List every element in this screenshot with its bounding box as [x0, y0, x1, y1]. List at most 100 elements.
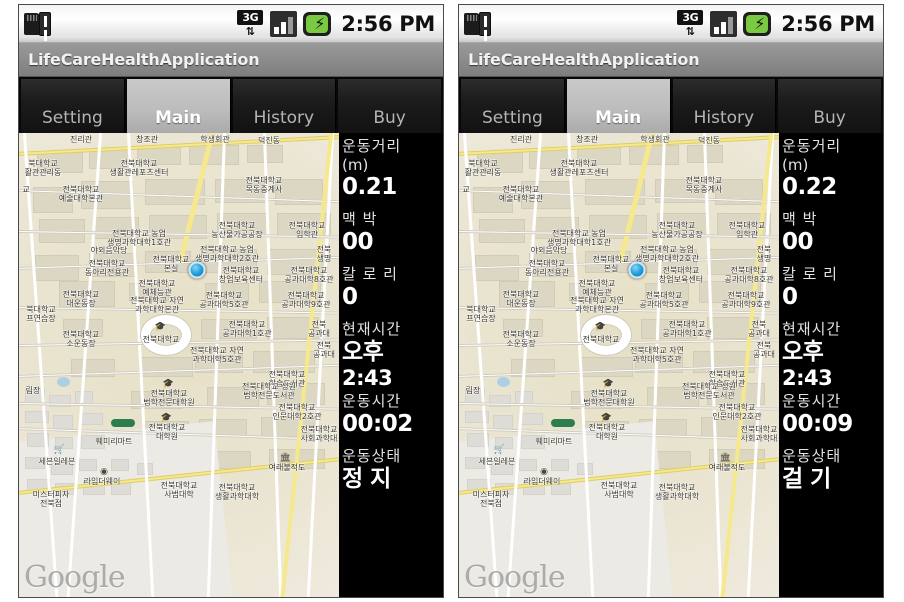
tab-setting[interactable]: Setting: [461, 79, 565, 133]
metrics-panel-right: 운동거리 (m) 0.22 맥 박 00 칼 로 리 0 현재시간 오후 2:4…: [779, 133, 883, 597]
map-poi-icon: 🎓: [594, 322, 606, 332]
comparison-figure: 3G ⇅ ⚡ 2:56 PM LifeCareHealthApplication…: [0, 0, 904, 602]
map-label: 전북대학교 공과대학5호관: [199, 291, 249, 309]
map-label: 전북대학교 소운동장: [62, 330, 100, 348]
google-map-view-right[interactable]: 진리관 창조관 학생회관 덕진동 북대학교 활관관리동 전북대학교 생활관레포츠센터 전북대…: [459, 133, 779, 597]
map-poi-icon: ◉: [100, 467, 108, 477]
map-label: 전북대학교 사범대학: [160, 481, 198, 499]
metric-currenttime-label: 현재시간: [342, 320, 402, 338]
tab-main[interactable]: Main: [566, 79, 671, 133]
map-label: 전북대학교 공과대학9호관: [281, 291, 331, 309]
metric-exercisetime-label: 운동시간: [342, 392, 402, 410]
map-label: 전북대학교: [142, 335, 180, 344]
map-label: 교: [462, 185, 470, 194]
map-label: 전북대학교 창업보육센터: [218, 266, 264, 284]
metric-currenttime-clock: 2:43: [342, 366, 393, 390]
tab-bar-right[interactable]: Setting Main History Buy: [459, 77, 883, 133]
map-label: 전북대학교 법학전문대학원: [583, 389, 635, 407]
map-label: 전북대학교 대학원: [588, 423, 626, 441]
metric-calories-label: 칼 로 리: [782, 265, 838, 283]
metric-status-value: 걸 기: [782, 466, 831, 492]
tab-main[interactable]: Main: [126, 79, 231, 133]
map-green-area: [111, 419, 135, 427]
map-label: 전북대학교 사회과학대: [300, 425, 338, 443]
metric-heartrate-value: 00: [342, 229, 374, 255]
metric-calories-value: 0: [342, 284, 358, 310]
map-poi-icon: 🏛: [719, 453, 731, 463]
metric-status-label: 운동상태: [782, 447, 842, 465]
map-label: 전북대학교 대학원: [148, 423, 186, 441]
map-label: 전북대학교 농업 생명과학대학1호관: [547, 229, 611, 247]
map-label: 전북대학교 공과대학8호관: [284, 266, 334, 284]
metric-status-label: 운동상태: [342, 447, 402, 465]
map-label: 전북대학교 농업 생명과학대학1호관: [107, 229, 171, 247]
map-label: 전북대학교 소운동장: [502, 330, 540, 348]
metric-exercisetime: 운동시간 00:02: [342, 392, 443, 437]
app-title-bar-left: LifeCareHealthApplication: [19, 43, 443, 77]
map-label: 전북대학교: [582, 335, 620, 344]
metric-distance-unit: (m): [782, 156, 809, 174]
map-label: 전북대학교 동아리전용관: [524, 259, 570, 277]
network-3g-label: 3G: [237, 10, 264, 25]
map-poi-icon: 🎓: [600, 413, 612, 423]
map-label: 전북대학교 예체능관: [138, 279, 176, 297]
map-water-pond: [497, 377, 510, 387]
metric-status: 운동상태 정 지: [342, 447, 443, 492]
status-bar-clock: 2:56 PM: [781, 11, 875, 36]
map-label: 전북대학교 동아리전용관: [84, 259, 130, 277]
android-status-bar-left: 3G ⇅ ⚡ 2:56 PM: [19, 5, 443, 43]
tab-buy[interactable]: Buy: [778, 79, 881, 133]
metric-heartrate: 맥 박 00: [342, 210, 443, 255]
map-label: 세븐일레븐: [38, 457, 76, 466]
metric-calories-value: 0: [782, 284, 798, 310]
status-left-icons: [24, 11, 54, 37]
sd-card-alert-icon: [24, 11, 54, 37]
map-label: 전북대학교 생활관레포츠센터: [109, 159, 169, 177]
metric-calories: 칼 로 리 0: [782, 265, 883, 310]
map-label: 여래불적도: [268, 463, 306, 472]
map-label: 전북 생명: [756, 245, 772, 263]
map-poi-icon: 🏛: [279, 453, 291, 463]
metric-currenttime: 현재시간 오후 2:43: [342, 320, 443, 391]
map-label: 전북대학교 농산물가공공장: [651, 221, 703, 239]
metric-heartrate-label: 맥 박: [342, 210, 378, 228]
map-label: 전북대학교 인문대학2호관: [272, 403, 322, 421]
map-label: 전북대학교 사범대학: [600, 481, 638, 499]
map-label: 진리관: [509, 135, 533, 144]
map-label: 북대학교 프연습장: [466, 305, 496, 323]
app-title-bar-right: LifeCareHealthApplication: [459, 43, 883, 77]
map-label: 북대학교 활관관리동: [464, 159, 502, 177]
app-title: LifeCareHealthApplication: [28, 50, 260, 69]
map-label: 전북대학교 창업보육센터: [658, 266, 704, 284]
map-label: 전북 공과대: [752, 341, 776, 359]
tab-setting[interactable]: Setting: [21, 79, 125, 133]
metric-distance: 운동거리 (m) 0.21: [342, 137, 443, 200]
map-poi-icon: 🎓: [602, 379, 614, 389]
map-label: 전북대학교 생활과학대학: [214, 483, 260, 501]
map-label: 북대학교 프연습장: [26, 305, 56, 323]
network-transfer-arrows-icon: ⇅: [245, 25, 255, 38]
current-location-dot: [628, 261, 646, 279]
map-label: 덕진동: [257, 136, 281, 145]
map-label: 훼미리마트: [535, 437, 573, 446]
map-label: 전북대학교 본실: [152, 255, 190, 273]
tab-buy[interactable]: Buy: [338, 79, 441, 133]
tab-bar-left[interactable]: Setting Main History Buy: [19, 77, 443, 133]
metric-exercisetime-value: 00:09: [782, 411, 853, 437]
map-label: 전북대학교 예술대학본관: [58, 185, 104, 203]
map-label: 학생회관: [200, 135, 230, 144]
map-label: 전북대학교 본실: [592, 255, 630, 273]
metric-exercisetime-value: 00:02: [342, 411, 413, 437]
tab-history[interactable]: History: [672, 79, 777, 133]
map-label: 미스터피자 전북점: [472, 490, 510, 508]
map-label: 훼미리마트: [95, 437, 133, 446]
map-poi-icon: 🛒: [493, 445, 505, 455]
google-map-view-left[interactable]: 진리관 창조관 학생회관 덕진동 북대학교 활관관리동 전북대학교 생활관레포츠센터 전북대…: [19, 133, 339, 597]
map-poi-icon: 🛒: [53, 445, 65, 455]
metric-currenttime-clock: 2:43: [782, 366, 833, 390]
map-label: 전북대학교 공과대학1호관: [222, 320, 272, 338]
map-label: 야외음악당: [530, 246, 568, 255]
google-watermark: Google: [464, 560, 566, 595]
map-label: 교: [22, 185, 30, 194]
tab-history[interactable]: History: [232, 79, 337, 133]
